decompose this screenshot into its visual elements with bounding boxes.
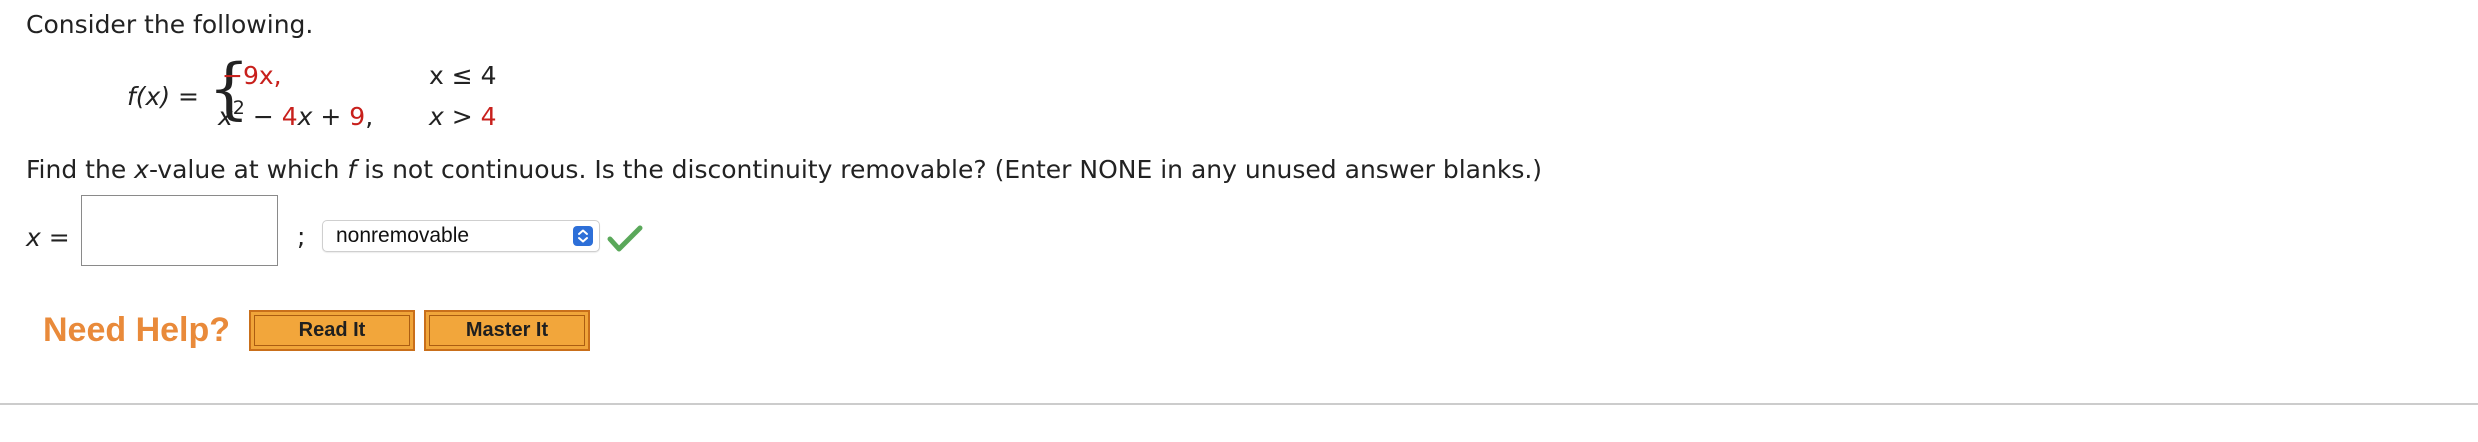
removability-select[interactable]: nonremovable bbox=[322, 220, 600, 252]
piece-1-expression: −9x, bbox=[222, 61, 282, 91]
need-help-title: Need Help? bbox=[43, 311, 231, 349]
piece-2-expression: x2 − 4x + 9, bbox=[218, 99, 374, 132]
read-it-button[interactable]: Read It bbox=[249, 310, 415, 351]
answer-label: x = bbox=[26, 223, 70, 253]
piece-1-expr: −9x, bbox=[222, 61, 282, 90]
checkmark-icon bbox=[607, 224, 643, 258]
answer-separator: ; bbox=[297, 222, 306, 251]
answer-label-var: x bbox=[26, 223, 41, 252]
chevron-updown-icon bbox=[573, 226, 593, 246]
piece-2-cond-var: x > bbox=[429, 102, 481, 131]
piece-2-const: 9 bbox=[349, 102, 366, 131]
question-mid: -value at which bbox=[148, 155, 348, 184]
question-pre: Find the bbox=[26, 155, 135, 184]
question-f: f bbox=[347, 155, 357, 184]
piece-1-condition: x ≤ 4 bbox=[429, 61, 497, 91]
piece-1-cond: x ≤ 4 bbox=[429, 61, 497, 90]
question-text: Find the x-value at which f is not conti… bbox=[26, 155, 1542, 185]
piece-2-x: x bbox=[218, 102, 233, 131]
piece-2-condition: x > 4 bbox=[429, 102, 497, 132]
piece-2-coef: 4 bbox=[281, 102, 298, 131]
master-it-button[interactable]: Master It bbox=[424, 310, 590, 351]
x-value-input[interactable] bbox=[81, 195, 278, 266]
function-lhs: f(x) = bbox=[127, 82, 199, 112]
select-value: nonremovable bbox=[336, 224, 470, 247]
piece-2-cond-val: 4 bbox=[480, 102, 497, 131]
piece-2-mid: x + bbox=[297, 102, 350, 131]
piece-2-minus: − bbox=[244, 102, 282, 131]
function-name: f(x) = bbox=[127, 82, 199, 111]
answer-label-eq: = bbox=[40, 223, 70, 252]
piece-2-comma: , bbox=[365, 102, 374, 131]
read-it-label: Read It bbox=[254, 315, 410, 346]
prompt-text: Consider the following. bbox=[26, 10, 314, 39]
divider bbox=[0, 403, 2478, 405]
piece-2-exp: 2 bbox=[232, 97, 245, 119]
question-post: is not continuous. Is the discontinuity … bbox=[356, 155, 1543, 184]
question-x: x bbox=[134, 155, 149, 184]
master-it-label: Master It bbox=[429, 315, 585, 346]
